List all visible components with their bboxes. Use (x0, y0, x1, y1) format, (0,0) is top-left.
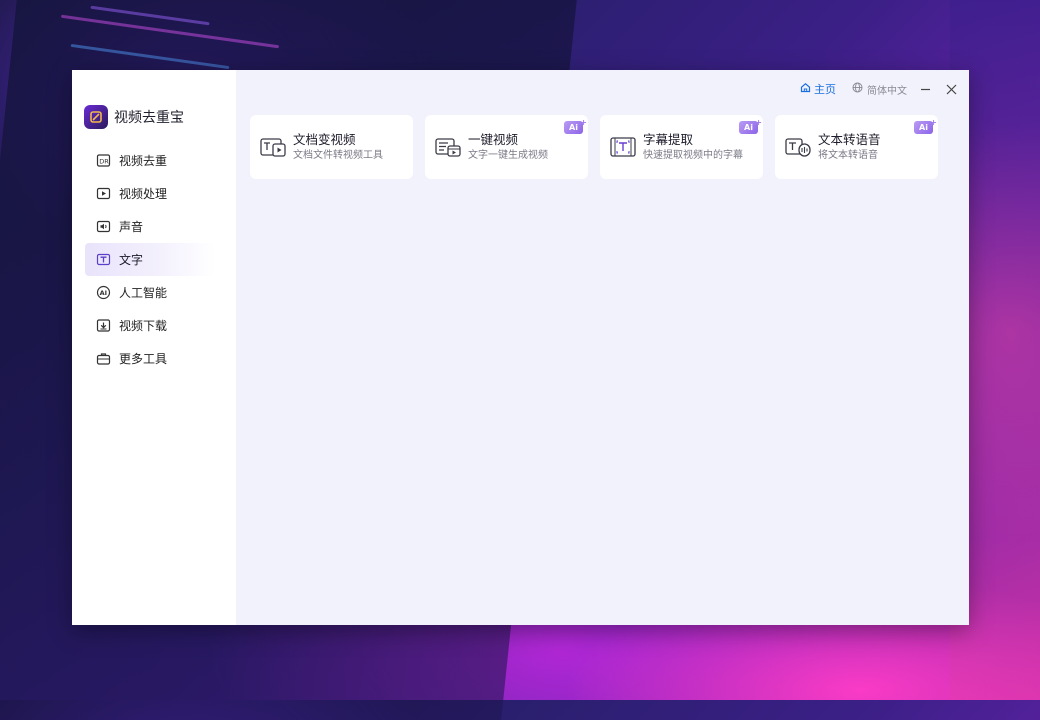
video-dedupe-icon: DR (95, 153, 111, 169)
svg-text:AI: AI (99, 289, 106, 297)
app-logo-icon (84, 105, 108, 129)
language-selector[interactable]: 简体中文 (852, 82, 907, 97)
sidebar-item-label: 视频处理 (119, 187, 168, 201)
card-title: 文本转语音 (818, 131, 881, 147)
sidebar-item-audio[interactable]: 声音 (85, 210, 215, 243)
card-subtitle: 将文本转语音 (818, 149, 878, 161)
app-name: 视频去重宝 (114, 110, 184, 126)
card-title: 文档变视频 (293, 131, 356, 147)
home-icon (800, 82, 811, 96)
sidebar-item-video-process[interactable]: 视频处理 (85, 177, 215, 210)
one-click-video-icon (433, 132, 463, 162)
sidebar-item-label: 文字 (119, 253, 144, 267)
doc-to-video-icon (258, 132, 288, 162)
main-content: 主页 简体中文 文档变视频 文档文件转视频工具 一键视频 文字一键生成视频 Ai… (236, 70, 969, 625)
download-icon (95, 318, 111, 334)
sidebar-item-label: 更多工具 (119, 352, 168, 366)
video-play-icon (95, 186, 111, 202)
close-icon (946, 80, 957, 99)
sidebar-item-label: 声音 (119, 220, 144, 234)
subtitle-extract-icon (608, 132, 638, 162)
minimize-icon (920, 80, 931, 99)
card-subtitle-extract[interactable]: 字幕提取 快速提取视频中的字幕 Ai (600, 115, 763, 179)
toolbox-icon (95, 351, 111, 367)
sidebar-item-download[interactable]: 视频下载 (85, 309, 215, 342)
globe-icon (852, 82, 863, 96)
text-to-speech-icon (783, 132, 813, 162)
card-doc-to-video[interactable]: 文档变视频 文档文件转视频工具 (250, 115, 413, 179)
sidebar-item-more-tools[interactable]: 更多工具 (85, 342, 215, 375)
sidebar-item-label: 视频去重 (119, 154, 168, 168)
sidebar-nav: DR 视频去重 视频处理 声音 文字 AI 人工智能 视频下载 更多工具 (72, 144, 236, 375)
text-icon (95, 252, 111, 268)
sidebar-item-text[interactable]: 文字 (85, 243, 215, 276)
home-label: 主页 (814, 83, 836, 96)
app-brand: 视频去重宝 (72, 104, 236, 130)
card-title: 一键视频 (468, 131, 519, 147)
svg-text:DR: DR (99, 158, 109, 166)
audio-icon (95, 219, 111, 235)
ai-badge: Ai (914, 116, 937, 134)
card-subtitle: 文档文件转视频工具 (293, 149, 383, 161)
card-text-to-speech[interactable]: 文本转语音 将文本转语音 Ai (775, 115, 938, 179)
card-subtitle: 快速提取视频中的字幕 (643, 149, 743, 161)
ai-icon: AI (95, 285, 111, 301)
home-link[interactable]: 主页 (800, 81, 836, 97)
tool-cards: 文档变视频 文档文件转视频工具 一键视频 文字一键生成视频 Ai + 字幕提取 … (250, 115, 938, 179)
ai-badge: Ai (564, 116, 587, 134)
sidebar-item-ai[interactable]: AI 人工智能 (85, 276, 215, 309)
card-title: 字幕提取 (643, 131, 694, 147)
title-bar: 主页 简体中文 (800, 80, 959, 98)
ai-badge: Ai (739, 116, 762, 134)
card-one-click-video[interactable]: 一键视频 文字一键生成视频 Ai (425, 115, 588, 179)
close-button[interactable] (943, 81, 959, 97)
minimize-button[interactable] (917, 81, 933, 97)
card-subtitle: 文字一键生成视频 (468, 149, 548, 161)
app-window: 视频去重宝 DR 视频去重 视频处理 声音 文字 AI 人工智能 视频下载 更多… (72, 70, 969, 625)
sidebar: 视频去重宝 DR 视频去重 视频处理 声音 文字 AI 人工智能 视频下载 更多… (72, 70, 236, 625)
sidebar-item-label: 人工智能 (119, 286, 168, 300)
sidebar-item-video-dedupe[interactable]: DR 视频去重 (85, 144, 215, 177)
sidebar-item-label: 视频下载 (119, 319, 168, 333)
language-label: 简体中文 (867, 85, 907, 97)
